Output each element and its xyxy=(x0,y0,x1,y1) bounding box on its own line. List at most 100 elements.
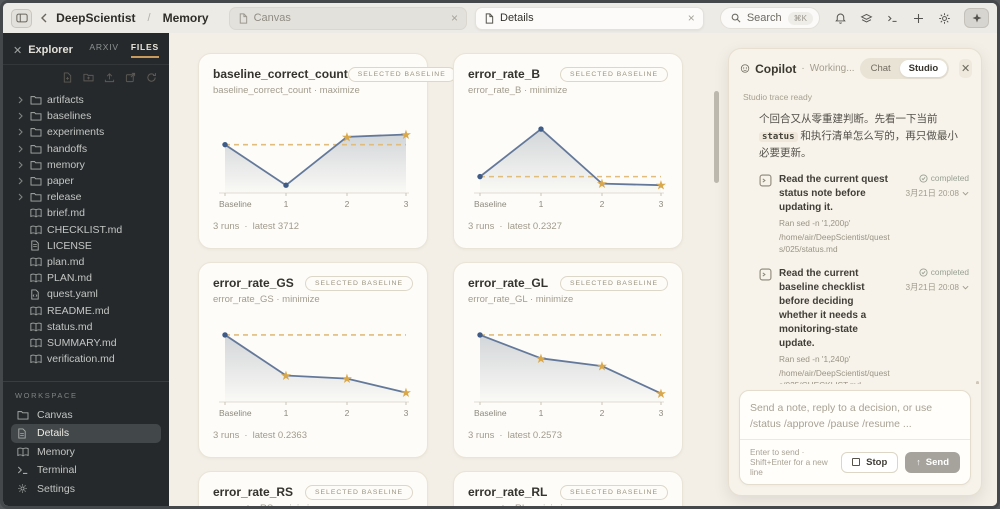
tree-file-LICENSE[interactable]: LICENSE xyxy=(3,238,169,254)
notifications-button[interactable] xyxy=(834,12,847,25)
tree-folder-release[interactable]: release xyxy=(3,189,169,205)
tab-canvas[interactable]: Canvas × xyxy=(228,6,467,30)
workspace-item-memory[interactable]: Memory xyxy=(11,443,161,462)
workspace-item-label: Details xyxy=(37,427,70,440)
tree-folder-memory[interactable]: memory xyxy=(3,157,169,173)
copilot-task-list: Read the current quest status note befor… xyxy=(759,173,969,384)
task-title: Read the current baseline checklist befo… xyxy=(779,268,867,350)
refresh-icon xyxy=(147,73,156,82)
tree-folder-artifacts[interactable]: artifacts xyxy=(3,92,169,108)
workspace-item-details[interactable]: Details xyxy=(11,424,161,443)
workspace-item-settings[interactable]: Settings xyxy=(11,480,161,499)
point-marker xyxy=(477,173,483,180)
new-folder-button[interactable] xyxy=(83,72,94,83)
file-icon xyxy=(31,240,39,251)
tree-file-brief.md[interactable]: brief.md xyxy=(3,205,169,221)
tree-folder-experiments[interactable]: experiments xyxy=(3,124,169,140)
copilot-scrollbar[interactable] xyxy=(976,381,979,384)
tree-file-quest.yaml[interactable]: quest.yaml xyxy=(3,286,169,302)
metric-card-title: error_rate_RS xyxy=(213,485,294,499)
copilot-tab-studio[interactable]: Studio xyxy=(899,60,948,77)
tree-file-plan.md[interactable]: plan.md xyxy=(3,254,169,270)
tree-file-README.md[interactable]: README.md xyxy=(3,302,169,318)
task-expand-button[interactable] xyxy=(962,285,969,290)
export-button[interactable] xyxy=(125,72,136,83)
copilot-task-item[interactable]: Read the current baseline checklist befo… xyxy=(759,267,969,384)
copilot-input-placeholder[interactable]: Send a note, reply to a decision, or use… xyxy=(750,400,960,433)
breadcrumb-app[interactable]: DeepScientist xyxy=(56,11,135,25)
folder-icon xyxy=(30,96,42,105)
send-button[interactable]: ↑ Send xyxy=(905,451,960,473)
copilot-task-item[interactable]: Read the current quest status note befor… xyxy=(759,173,969,255)
point-marker xyxy=(222,332,228,338)
topbar-actions xyxy=(834,8,990,28)
folder-icon xyxy=(30,177,42,186)
task-status-label: completed xyxy=(930,267,969,278)
metric-card-error_rate_RS[interactable]: error_rate_RS SELECTED BASELINE error_rate… xyxy=(198,471,428,506)
tree-file-CHECKLIST.md[interactable]: CHECKLIST.md xyxy=(3,222,169,238)
metric-card-footer: 3 runs · latest 0.2327 xyxy=(468,221,562,232)
new-file-button[interactable] xyxy=(62,72,73,83)
new-item-button[interactable] xyxy=(912,12,925,25)
back-button[interactable] xyxy=(40,13,48,23)
copilot-bot-icon xyxy=(740,64,750,73)
point-marker xyxy=(222,141,228,148)
folder-label: handoffs xyxy=(47,142,88,155)
metric-card-error_rate_RL[interactable]: error_rate_RL SELECTED BASELINE error_rate… xyxy=(453,471,683,506)
folder-icon xyxy=(30,128,42,138)
metric-card-error_rate_GL[interactable]: error_rate_GL SELECTED BASELINE error_rate… xyxy=(453,262,683,458)
x-axis-label: 1 xyxy=(539,408,544,418)
x-axis-label: 3 xyxy=(659,199,664,209)
metric-card-error_rate_GS[interactable]: error_rate_GS SELECTED BASELINE error_rate… xyxy=(198,262,428,458)
chevron-right-icon xyxy=(18,161,23,169)
layers-button[interactable] xyxy=(860,12,873,25)
tree-file-PLAN.md[interactable]: PLAN.md xyxy=(3,270,169,286)
stop-button[interactable]: Stop xyxy=(841,451,899,473)
star-marker: ★ xyxy=(655,178,667,193)
workspace-item-terminal[interactable]: Terminal xyxy=(11,461,161,480)
workspace-label: WORKSPACE xyxy=(15,390,78,400)
settings-button[interactable] xyxy=(938,12,951,25)
metric-card-baseline_correct_count[interactable]: baseline_correct_count SELECTED BASELINE b… xyxy=(198,53,456,249)
metric-card-title: error_rate_B xyxy=(468,67,541,81)
tab-details-close-icon[interactable]: × xyxy=(688,11,695,25)
task-timestamp: 3月21日 20:08 xyxy=(905,188,959,198)
metric-card-error_rate_B[interactable]: error_rate_B SELECTED BASELINE error_rate_… xyxy=(453,53,683,249)
refresh-button[interactable] xyxy=(146,72,157,83)
main-scrollbar[interactable] xyxy=(714,91,719,183)
tree-folder-paper[interactable]: paper xyxy=(3,173,169,189)
copilot-tab-chat[interactable]: Chat xyxy=(862,60,900,77)
terminal-button[interactable] xyxy=(886,12,899,25)
tab-files[interactable]: FILES xyxy=(130,42,159,58)
tab-details[interactable]: Details × xyxy=(475,6,704,30)
copilot-toggle-button[interactable] xyxy=(964,8,990,28)
tab-canvas-close-icon[interactable]: × xyxy=(451,11,458,25)
selected-baseline-badge: SELECTED BASELINE xyxy=(304,276,413,291)
copilot-input-box[interactable]: Send a note, reply to a decision, or use… xyxy=(739,390,971,485)
explorer-close-icon[interactable]: ✕ xyxy=(13,44,22,57)
tree-folder-baselines[interactable]: baselines xyxy=(3,108,169,124)
tree-file-status.md[interactable]: status.md xyxy=(3,319,169,335)
tree-file-verification.md[interactable]: verification.md xyxy=(3,351,169,367)
task-expand-button[interactable] xyxy=(962,191,969,196)
tree-folder-handoffs[interactable]: handoffs xyxy=(3,141,169,157)
point-marker xyxy=(538,126,544,132)
selected-baseline-badge: SELECTED BASELINE xyxy=(559,276,668,291)
runs-count: 3 runs xyxy=(213,430,240,441)
sidebar-toggle-button[interactable] xyxy=(11,8,33,28)
main-content: baseline_correct_count SELECTED BASELINE b… xyxy=(169,33,997,506)
workspace-item-label: Terminal xyxy=(37,464,77,477)
x-axis-label: 3 xyxy=(659,408,664,418)
gear-icon xyxy=(939,12,950,24)
tree-file-SUMMARY.md[interactable]: SUMMARY.md xyxy=(3,335,169,351)
metric-card-footer: 3 runs · latest 0.2363 xyxy=(213,430,307,441)
tab-details-label: Details xyxy=(500,12,534,24)
tab-arxiv[interactable]: ARXIV xyxy=(89,42,119,58)
upload-button[interactable] xyxy=(104,72,115,83)
star-marker: ★ xyxy=(535,351,547,366)
search-button[interactable]: Search ⌘K xyxy=(719,7,821,29)
copilot-close-button[interactable]: ✕ xyxy=(959,59,972,78)
breadcrumb-section[interactable]: Memory xyxy=(163,11,209,25)
workspace-item-canvas[interactable]: Canvas xyxy=(11,406,161,425)
star-marker: ★ xyxy=(280,368,292,383)
